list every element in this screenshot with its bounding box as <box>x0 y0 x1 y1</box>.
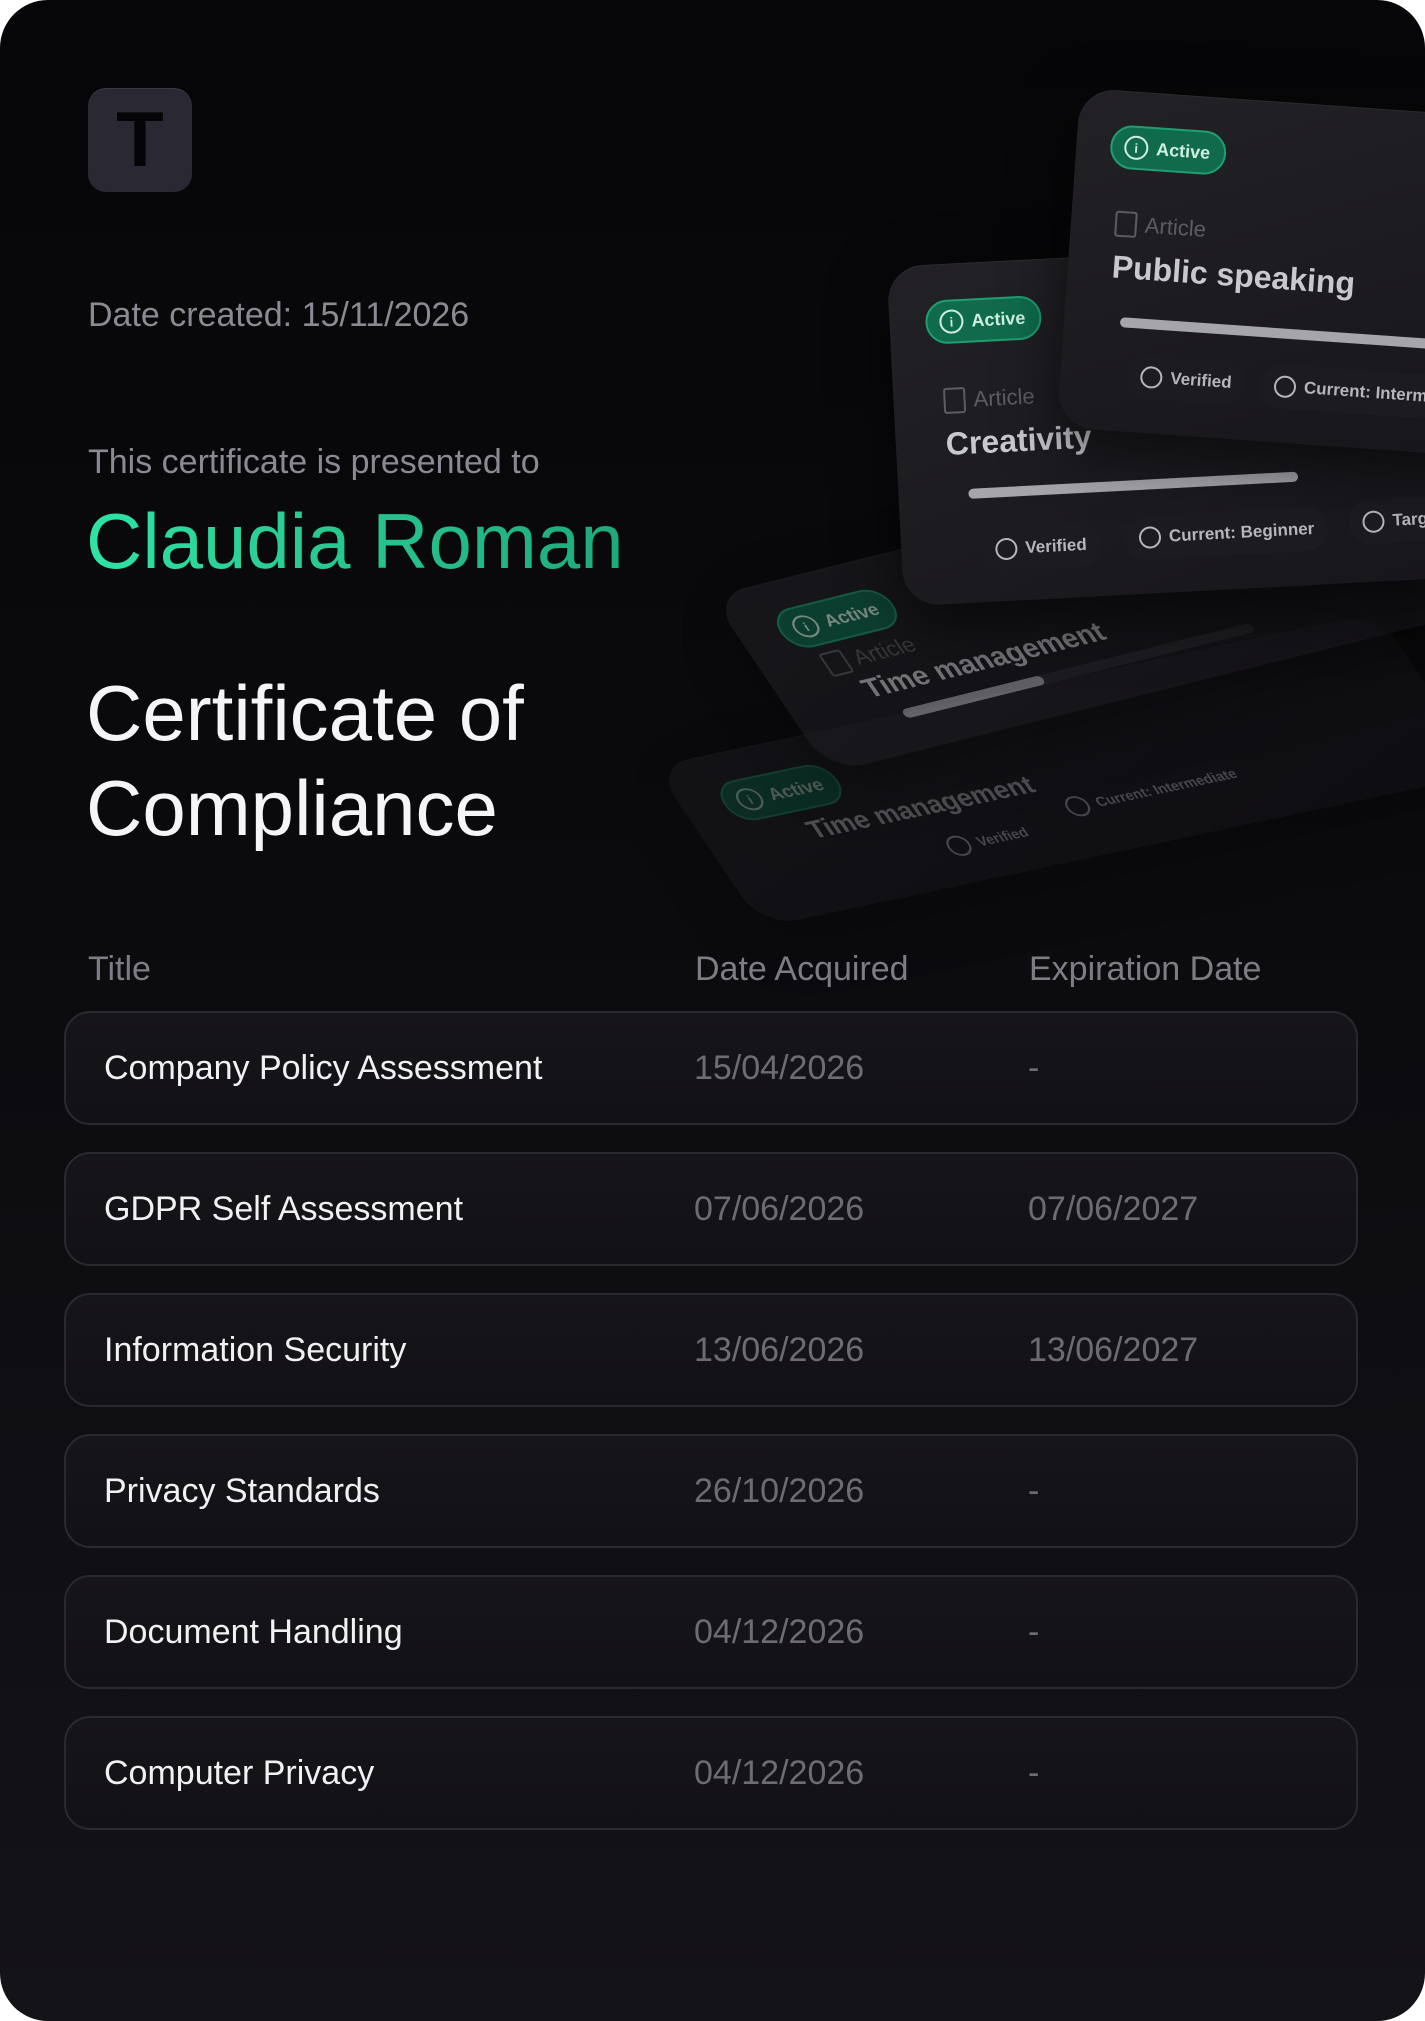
row-title: Company Policy Assessment <box>104 1049 543 1087</box>
column-header-date-acquired: Date Acquired <box>695 950 909 988</box>
table-row: GDPR Self Assessment 07/06/2026 07/06/20… <box>64 1152 1358 1266</box>
shield-icon <box>994 537 1018 561</box>
row-date-acquired: 15/04/2026 <box>694 1049 865 1087</box>
date-created: Date created: 15/11/2026 <box>88 296 470 334</box>
skill-card-2: i Active Article Creativity Verified Curr… <box>886 237 1425 607</box>
chip-current: Current: Interm <box>1258 363 1425 420</box>
progress-bar <box>968 471 1299 499</box>
skill-card-1: i Active Article Public speaking Verified… <box>1056 87 1425 457</box>
certificate-title: Certificate of Compliance <box>86 669 524 852</box>
progress-bar <box>900 622 1257 719</box>
row-expiration-date: 07/06/2027 <box>1028 1190 1199 1228</box>
shield-icon <box>1139 365 1164 390</box>
logo-letter: T <box>116 95 164 183</box>
document-icon <box>1114 210 1138 239</box>
presented-to-label: This certificate is presented to <box>88 443 540 481</box>
brand-logo: T <box>88 88 192 192</box>
row-expiration-date: - <box>1028 1472 1040 1510</box>
status-badge: i Active <box>1108 124 1228 177</box>
chip-verified: Verified <box>1124 353 1248 406</box>
card-name: Creativity <box>944 418 1093 462</box>
target-icon <box>1273 375 1297 399</box>
table-row: Document Handling 04/12/2026 - <box>64 1575 1358 1689</box>
info-icon: i <box>938 308 965 335</box>
row-expiration-date: - <box>1028 1613 1040 1651</box>
column-header-title: Title <box>88 950 151 988</box>
document-icon <box>817 648 855 678</box>
table-row: Company Policy Assessment 15/04/2026 - <box>64 1011 1358 1125</box>
target-icon <box>1138 525 1162 550</box>
table-row: Information Security 13/06/2026 13/06/20… <box>64 1293 1358 1407</box>
certificate-page: T Date created: 15/11/2026 This certific… <box>0 0 1425 2021</box>
status-badge: i Active <box>924 294 1043 345</box>
skill-card-4: i Active Time management Verified Current… <box>653 612 1425 928</box>
row-date-acquired: 13/06/2026 <box>694 1331 865 1369</box>
card-name: Time management <box>799 769 1041 845</box>
row-title: Privacy Standards <box>104 1472 380 1510</box>
status-badge: i Active <box>767 585 907 653</box>
info-icon: i <box>787 612 825 640</box>
chip-current: Current: Intermediate <box>1042 754 1260 827</box>
chip-verified: Verified <box>980 522 1102 573</box>
card-name: Time management <box>855 616 1112 704</box>
row-date-acquired: 04/12/2026 <box>694 1754 865 1792</box>
row-title: Information Security <box>104 1331 407 1369</box>
chip-verified: Verified <box>924 813 1051 867</box>
chip-current: Current: Beginner <box>1123 506 1330 561</box>
row-title: Computer Privacy <box>104 1754 375 1792</box>
card-name: Public speaking <box>1110 248 1357 302</box>
document-icon <box>942 386 967 415</box>
row-title: GDPR Self Assessment <box>104 1190 464 1228</box>
info-icon: i <box>1123 135 1150 161</box>
column-header-expiration-date: Expiration Date <box>1029 950 1262 988</box>
shield-icon <box>941 833 977 858</box>
row-date-acquired: 04/12/2026 <box>694 1613 865 1651</box>
row-expiration-date: - <box>1028 1754 1040 1792</box>
row-date-acquired: 07/06/2026 <box>694 1190 865 1228</box>
row-title: Document Handling <box>104 1613 403 1651</box>
skill-card-3: i Active Article Time management <box>710 427 1425 773</box>
row-expiration-date: 13/06/2027 <box>1028 1331 1199 1369</box>
info-icon: i <box>730 786 769 813</box>
card-type: Article <box>1114 210 1207 243</box>
status-badge: i Active <box>711 760 852 825</box>
row-date-acquired: 26/10/2026 <box>694 1472 865 1510</box>
table-row: Privacy Standards 26/10/2026 - <box>64 1434 1358 1548</box>
card-type: Article <box>942 383 1035 415</box>
target-icon <box>1060 794 1096 819</box>
goal-icon <box>1361 510 1386 534</box>
card-type: Article <box>817 632 922 678</box>
table-row: Computer Privacy 04/12/2026 - <box>64 1716 1358 1830</box>
recipient-name: Claudia Roman <box>86 497 624 585</box>
progress-bar <box>1119 317 1425 353</box>
chip-target: Target <box>1347 495 1425 546</box>
row-expiration-date: - <box>1028 1049 1040 1087</box>
